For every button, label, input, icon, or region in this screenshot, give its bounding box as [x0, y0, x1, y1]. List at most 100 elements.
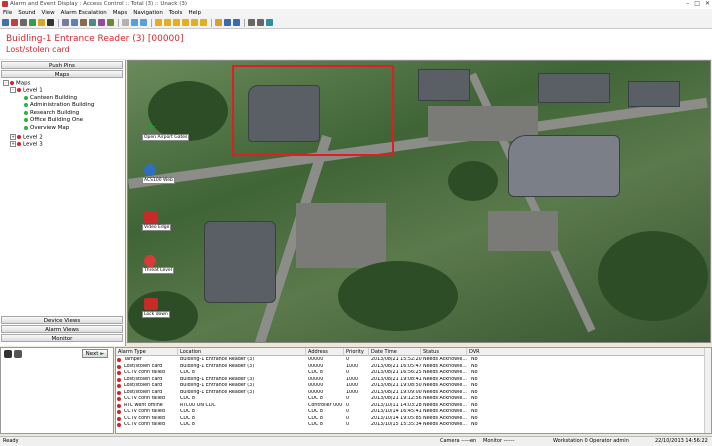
airplane-icon[interactable]: ✈: [144, 121, 158, 133]
collapse-icon[interactable]: -: [10, 87, 16, 93]
menu-view[interactable]: View: [42, 9, 55, 17]
sort-icon[interactable]: [80, 19, 87, 26]
building-canteen[interactable]: [418, 69, 470, 101]
map-view[interactable]: ✈ Open Airport Gates ACS100 Web Video Ed…: [127, 60, 711, 343]
arrow-right-icon[interactable]: [182, 19, 189, 26]
selected-area-highlight[interactable]: [232, 65, 394, 156]
menu-sound[interactable]: Sound: [18, 9, 35, 17]
device-views-button[interactable]: Device Views: [1, 316, 123, 324]
map-label-open-airport-gates[interactable]: Open Airport Gates: [142, 134, 190, 141]
minimize-icon[interactable]: –: [686, 0, 689, 9]
menu-help[interactable]: Help: [188, 9, 201, 17]
menu-alarm-escalation[interactable]: Alarm Escalation: [61, 9, 107, 17]
settings-icon[interactable]: [98, 19, 105, 26]
map-label-lock-down[interactable]: Lock down: [142, 311, 170, 318]
menu-maps[interactable]: Maps: [113, 9, 127, 17]
table-cell: 2013/08/21 16:05:47: [371, 363, 422, 369]
filter-icon[interactable]: [71, 19, 78, 26]
home-icon[interactable]: [215, 19, 222, 26]
map-label-video-edge[interactable]: Video Edge: [142, 224, 172, 231]
column-header-dvr[interactable]: DVR: [467, 348, 706, 356]
tree-item-level-2[interactable]: + Level 2: [10, 134, 43, 141]
arrow-upright-icon[interactable]: [191, 19, 198, 26]
grid-icon[interactable]: [257, 19, 264, 26]
column-header-status[interactable]: Status: [421, 348, 467, 356]
next-button[interactable]: Next ►: [82, 349, 108, 358]
map-label-threat-level[interactable]: Threat Level: [142, 267, 174, 274]
maps-button[interactable]: Maps: [1, 70, 123, 78]
tree-item-canteen-building[interactable]: Canteen Building: [24, 95, 77, 101]
building-research[interactable]: [204, 221, 276, 303]
building-office[interactable]: [508, 135, 620, 197]
arrow-left-icon[interactable]: [173, 19, 180, 26]
table-row[interactable]: CCTV conn failed CDC 8 CDC 8 0 2013/08/21 19…: [116, 396, 706, 402]
map-label-acs100-web[interactable]: ACS100 Web: [142, 177, 175, 184]
alarm-table[interactable]: Alarm Type Location Address Priority Dat…: [115, 347, 712, 434]
table-row[interactable]: Lost/stolen card Buidling-1 Entrance Read…: [116, 377, 706, 383]
maximize-icon[interactable]: □: [694, 0, 700, 9]
table-row[interactable]: CCTV conn failed CDC 8 CDC 8 0 2013/10/14 19…: [116, 416, 706, 422]
expand-icon[interactable]: +: [10, 141, 16, 147]
export-icon[interactable]: [107, 19, 114, 26]
alarm-views-button[interactable]: Alarm Views: [1, 325, 123, 333]
table-row[interactable]: CCTV conn failed CDC 8 CDC 8 0 2013/08/21 16…: [116, 370, 706, 376]
table-cell: No: [471, 357, 478, 362]
arrow-up-icon[interactable]: [155, 19, 162, 26]
menu-file[interactable]: File: [3, 9, 12, 17]
column-header-alarm-type[interactable]: Alarm Type: [116, 348, 178, 356]
building-far[interactable]: [538, 73, 610, 103]
binoculars-icon[interactable]: [47, 19, 54, 26]
collapse-icon[interactable]: -: [3, 80, 9, 86]
zoom-in-icon[interactable]: [131, 19, 138, 26]
folder-icon[interactable]: [38, 19, 45, 26]
monitor-button[interactable]: Monitor: [1, 334, 123, 342]
column-header-location[interactable]: Location: [178, 348, 306, 356]
forward-icon[interactable]: [233, 19, 240, 26]
column-header-priority[interactable]: Priority: [344, 348, 369, 356]
table-scrollbar[interactable]: [704, 348, 711, 433]
layout-icon[interactable]: [248, 19, 255, 26]
go-icon[interactable]: [266, 19, 273, 26]
tree-item-level-3[interactable]: + Level 3: [10, 141, 43, 148]
tree-item-maps[interactable]: - Maps: [3, 80, 30, 87]
table-row[interactable]: Lost/stolen card Buidling-1 Entrance Read…: [116, 383, 706, 389]
close-icon[interactable]: ✕: [705, 0, 710, 9]
menu-tools[interactable]: Tools: [169, 9, 183, 17]
clear-icon[interactable]: [11, 19, 18, 26]
table-row[interactable]: Lost/stolen card Buidling-1 Entrance Read…: [116, 390, 706, 396]
tree-item-research-building[interactable]: Research Building: [24, 110, 79, 116]
table-row[interactable]: CCTV conn failed CDC 8 CDC 8 0 2013/10/14 16…: [116, 409, 706, 415]
expand-icon[interactable]: +: [10, 134, 16, 140]
table-row[interactable]: Tamper Buidling-1 Entrance Reader (3) 0000…: [116, 357, 706, 363]
globe-icon[interactable]: [144, 164, 156, 176]
tree-item-office-building-one[interactable]: Office Building One: [24, 117, 83, 123]
menu-navigation[interactable]: Navigation: [133, 9, 163, 17]
lock-icon[interactable]: [144, 298, 158, 310]
select-icon[interactable]: [122, 19, 129, 26]
tree-item-level-1[interactable]: - Level 1: [10, 87, 43, 94]
table-cell: Lost/stolen card: [124, 389, 163, 395]
building-far[interactable]: [628, 81, 680, 107]
tree-item-administration-building[interactable]: Administration Building: [24, 102, 94, 108]
column-header-date-time[interactable]: Date Time: [369, 348, 421, 356]
column-header-address[interactable]: Address: [306, 348, 344, 356]
camera-icon[interactable]: [144, 211, 158, 223]
alert-icon[interactable]: [144, 255, 156, 267]
table-cell: CDC 8: [308, 422, 323, 427]
table-row[interactable]: Lost/stolen card Buidling-1 Entrance Read…: [116, 364, 706, 370]
zoom-out-icon[interactable]: [140, 19, 147, 26]
table-row[interactable]: CCTV conn failed CDC 8 CDC 8 0 2013/10/15 15…: [116, 422, 706, 428]
back-icon[interactable]: [224, 19, 231, 26]
print-icon[interactable]: [20, 19, 27, 26]
video-icon[interactable]: [62, 19, 69, 26]
acknowledge-icon[interactable]: [2, 19, 9, 26]
arrow-downleft-icon[interactable]: [200, 19, 207, 26]
table-row[interactable]: RTC went offline RTC00 ON CDC Controller 0…: [116, 403, 706, 409]
binoculars-icon[interactable]: [14, 350, 22, 358]
arrow-down-icon[interactable]: [164, 19, 171, 26]
binoculars-icon[interactable]: [4, 350, 12, 358]
push-pins-button[interactable]: Push Pins: [1, 61, 123, 69]
refresh-icon[interactable]: [29, 19, 36, 26]
tree-item-overview-map[interactable]: Overview Map: [24, 125, 69, 131]
report-icon[interactable]: [89, 19, 96, 26]
